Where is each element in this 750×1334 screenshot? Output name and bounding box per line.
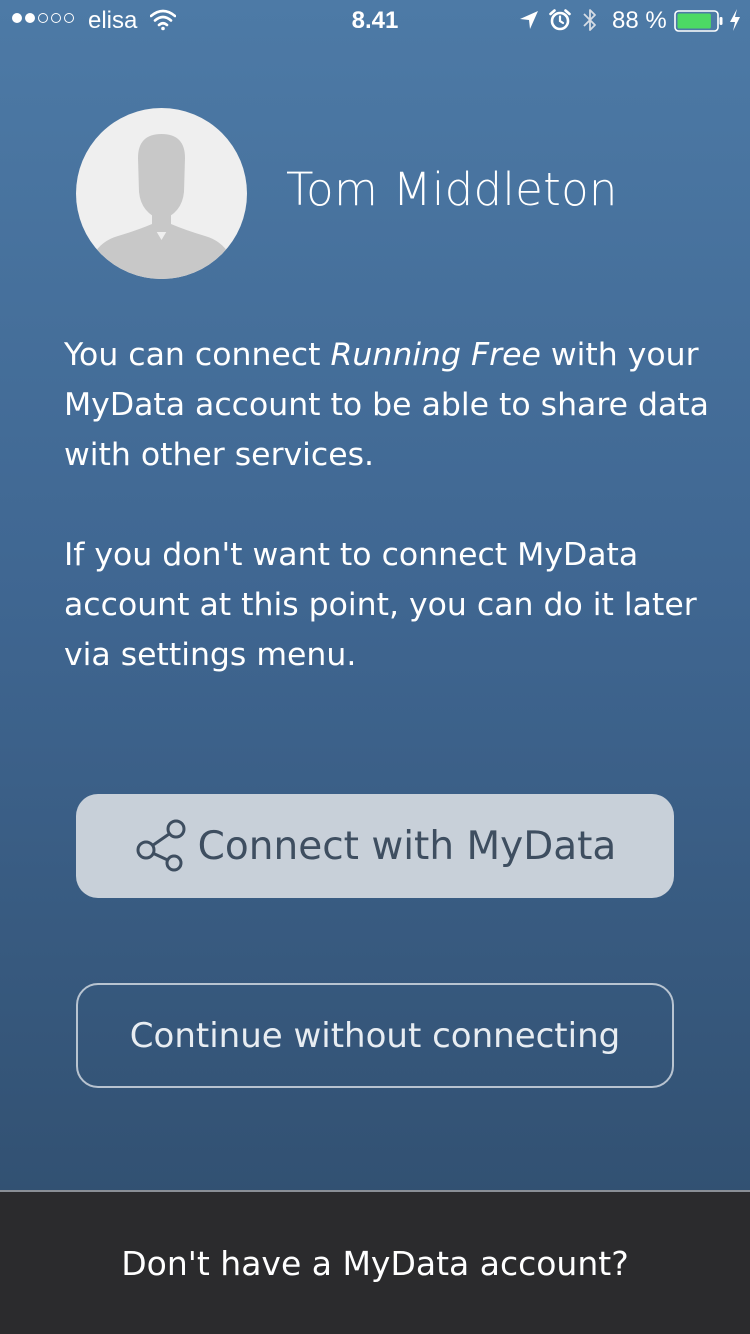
connect-info-prefix: You can connect [64,337,331,373]
battery-percentage: 88 % [612,7,667,34]
bluetooth-icon [583,9,596,31]
battery-icon [674,10,723,32]
default-avatar-icon [86,134,237,279]
app-name: Running Free [330,337,541,373]
location-icon [520,11,538,29]
later-info-text: If you don't want to connect MyData acco… [64,537,697,673]
share-icon [136,819,186,872]
description: You can connect Running Free with your M… [64,330,714,680]
alarm-icon [549,9,571,31]
screen: elisa 8.41 88 % Tom Middleton You can co… [0,0,750,1334]
no-account-link[interactable]: Don't have a MyData account? [0,1190,750,1334]
continue-button-label: Continue without connecting [129,1015,621,1056]
connect-info-text: You can connect Running Free with your M… [64,330,714,480]
status-bar: elisa 8.41 88 % [0,0,750,40]
connect-button-label: Connect with MyData [197,823,617,869]
no-account-label: Don't have a MyData account? [121,1243,629,1283]
connect-with-mydata-button[interactable]: Connect with MyData [76,794,674,898]
continue-without-connecting-button[interactable]: Continue without connecting [76,983,674,1088]
user-name: Tom Middleton [286,163,618,216]
avatar [76,108,247,279]
charging-icon [730,9,740,31]
